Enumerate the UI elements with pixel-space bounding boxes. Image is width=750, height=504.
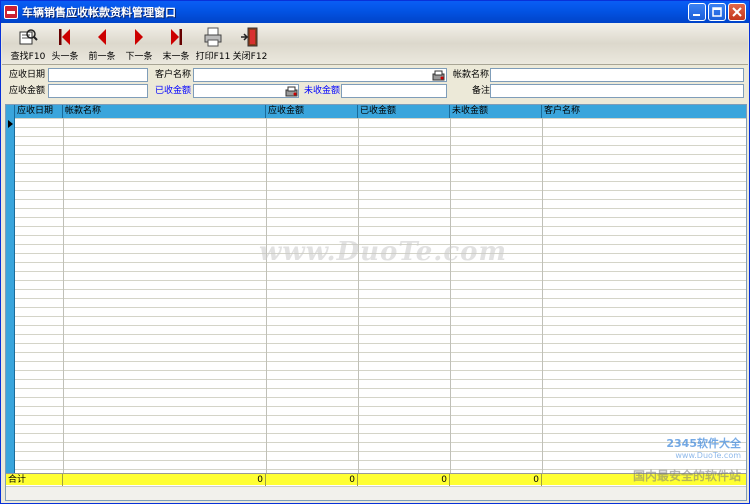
grid-header: 应收日期 帐款名称 应收金额 已收金额 未收金额 客户名称: [6, 105, 746, 118]
first-record-label: 头一条: [51, 52, 79, 62]
footer-customer-total: 0: [450, 474, 542, 486]
minimize-icon: [693, 14, 700, 16]
maximize-icon: [712, 7, 722, 17]
unreceived-amount-label: 未收金额: [304, 86, 341, 96]
remark-field[interactable]: [490, 84, 744, 98]
receivable-amount-field[interactable]: [48, 84, 148, 98]
col-account-name[interactable]: 帐款名称: [63, 105, 266, 118]
received-amount-field[interactable]: [193, 84, 299, 98]
find-button[interactable]: 查找F10: [10, 23, 46, 63]
print-label: 打印F11: [195, 52, 231, 62]
grid-rows[interactable]: [15, 118, 746, 473]
title-bar[interactable]: 车辆销售应收帐款资料管理窗口: [1, 1, 749, 23]
prev-record-button[interactable]: 前一条: [84, 23, 120, 63]
customer-lookup-icon[interactable]: [432, 69, 446, 83]
logo-watermark-line1: 2345软件大全: [666, 437, 741, 450]
first-record-button[interactable]: 头一条: [47, 23, 83, 63]
filter-form: 应收日期 客户名称 帐款名称 应收金额 已收金额 未收金额 备注: [2, 66, 748, 102]
col-received-amount[interactable]: 已收金额: [358, 105, 450, 118]
horizontal-scrollbar[interactable]: [6, 486, 746, 500]
col-unreceived-amount[interactable]: 未收金额: [450, 105, 542, 118]
receivable-date-field[interactable]: [48, 68, 148, 82]
col-receivable-date[interactable]: 应收日期: [15, 105, 63, 118]
account-name-label: 帐款名称: [453, 70, 490, 80]
footer-receivable-total: 0: [63, 474, 266, 486]
close-window-button[interactable]: 关闭F12: [232, 23, 268, 63]
minimize-button[interactable]: [688, 3, 706, 21]
find-label: 查找F10: [10, 52, 46, 62]
grid-divider: [266, 118, 267, 473]
search-icon: [19, 29, 38, 45]
close-icon: [732, 7, 742, 17]
customer-name-label: 客户名称: [155, 70, 192, 80]
footer-received-total: 0: [266, 474, 358, 486]
printer-icon: [204, 27, 222, 47]
remark-label: 备注: [472, 86, 491, 96]
footer-total-label: 合计: [6, 474, 63, 486]
close-window-label: 关闭F12: [232, 52, 268, 62]
customer-name-field[interactable]: [193, 68, 447, 82]
account-name-field[interactable]: [490, 68, 744, 82]
col-customer-name[interactable]: 客户名称: [542, 105, 746, 118]
last-record-icon: [171, 29, 182, 45]
receivable-date-label: 应收日期: [9, 70, 46, 80]
exit-door-icon: [241, 27, 258, 47]
received-amount-label: 已收金额: [155, 86, 192, 96]
grid-divider: [450, 118, 451, 473]
grid-divider: [63, 118, 64, 473]
logo-watermark-line3: 国内最安全的软件站: [632, 469, 741, 483]
prev-record-icon: [98, 29, 106, 45]
main-window: 车辆销售应收帐款资料管理窗口 查找F10 头一条 前一条 下一条 末一条 打印F…: [0, 0, 750, 504]
prev-record-label: 前一条: [88, 52, 116, 62]
col-receivable-amount[interactable]: 应收金额: [266, 105, 358, 118]
window-title: 车辆销售应收帐款资料管理窗口: [22, 6, 176, 19]
form-row-1: 应收日期 客户名称 帐款名称: [2, 68, 748, 84]
logo-watermark-line2: www.DuoTe.com: [675, 451, 741, 460]
grid-divider: [358, 118, 359, 473]
grid-header-corner: [6, 105, 15, 118]
received-lookup-icon[interactable]: [285, 85, 299, 99]
receivable-amount-label: 应收金额: [9, 86, 46, 96]
next-record-label: 下一条: [125, 52, 153, 62]
first-record-icon: [59, 29, 70, 45]
footer-unreceived-total: 0: [358, 474, 450, 486]
last-record-label: 末一条: [162, 52, 190, 62]
form-row-2: 应收金额 已收金额 未收金额 备注: [2, 84, 748, 100]
print-button[interactable]: 打印F11: [195, 23, 231, 63]
site-watermark: www.DuoTe.com: [259, 237, 508, 267]
toolbar: 查找F10 头一条 前一条 下一条 末一条 打印F11 关闭F12: [2, 23, 748, 65]
grid-divider: [542, 118, 543, 473]
unreceived-amount-field[interactable]: [341, 84, 447, 98]
maximize-button[interactable]: [708, 3, 726, 21]
row-indicator-column: [6, 118, 15, 473]
last-record-button[interactable]: 末一条: [158, 23, 194, 63]
window-controls: [688, 3, 746, 21]
next-record-icon: [135, 29, 143, 45]
current-row-pointer-icon: [8, 120, 13, 128]
logo-watermark: 2345软件大全 www.DuoTe.com 国内最安全的软件站: [601, 433, 741, 483]
next-record-button[interactable]: 下一条: [121, 23, 157, 63]
app-icon: [4, 5, 18, 19]
close-button[interactable]: [728, 3, 746, 21]
